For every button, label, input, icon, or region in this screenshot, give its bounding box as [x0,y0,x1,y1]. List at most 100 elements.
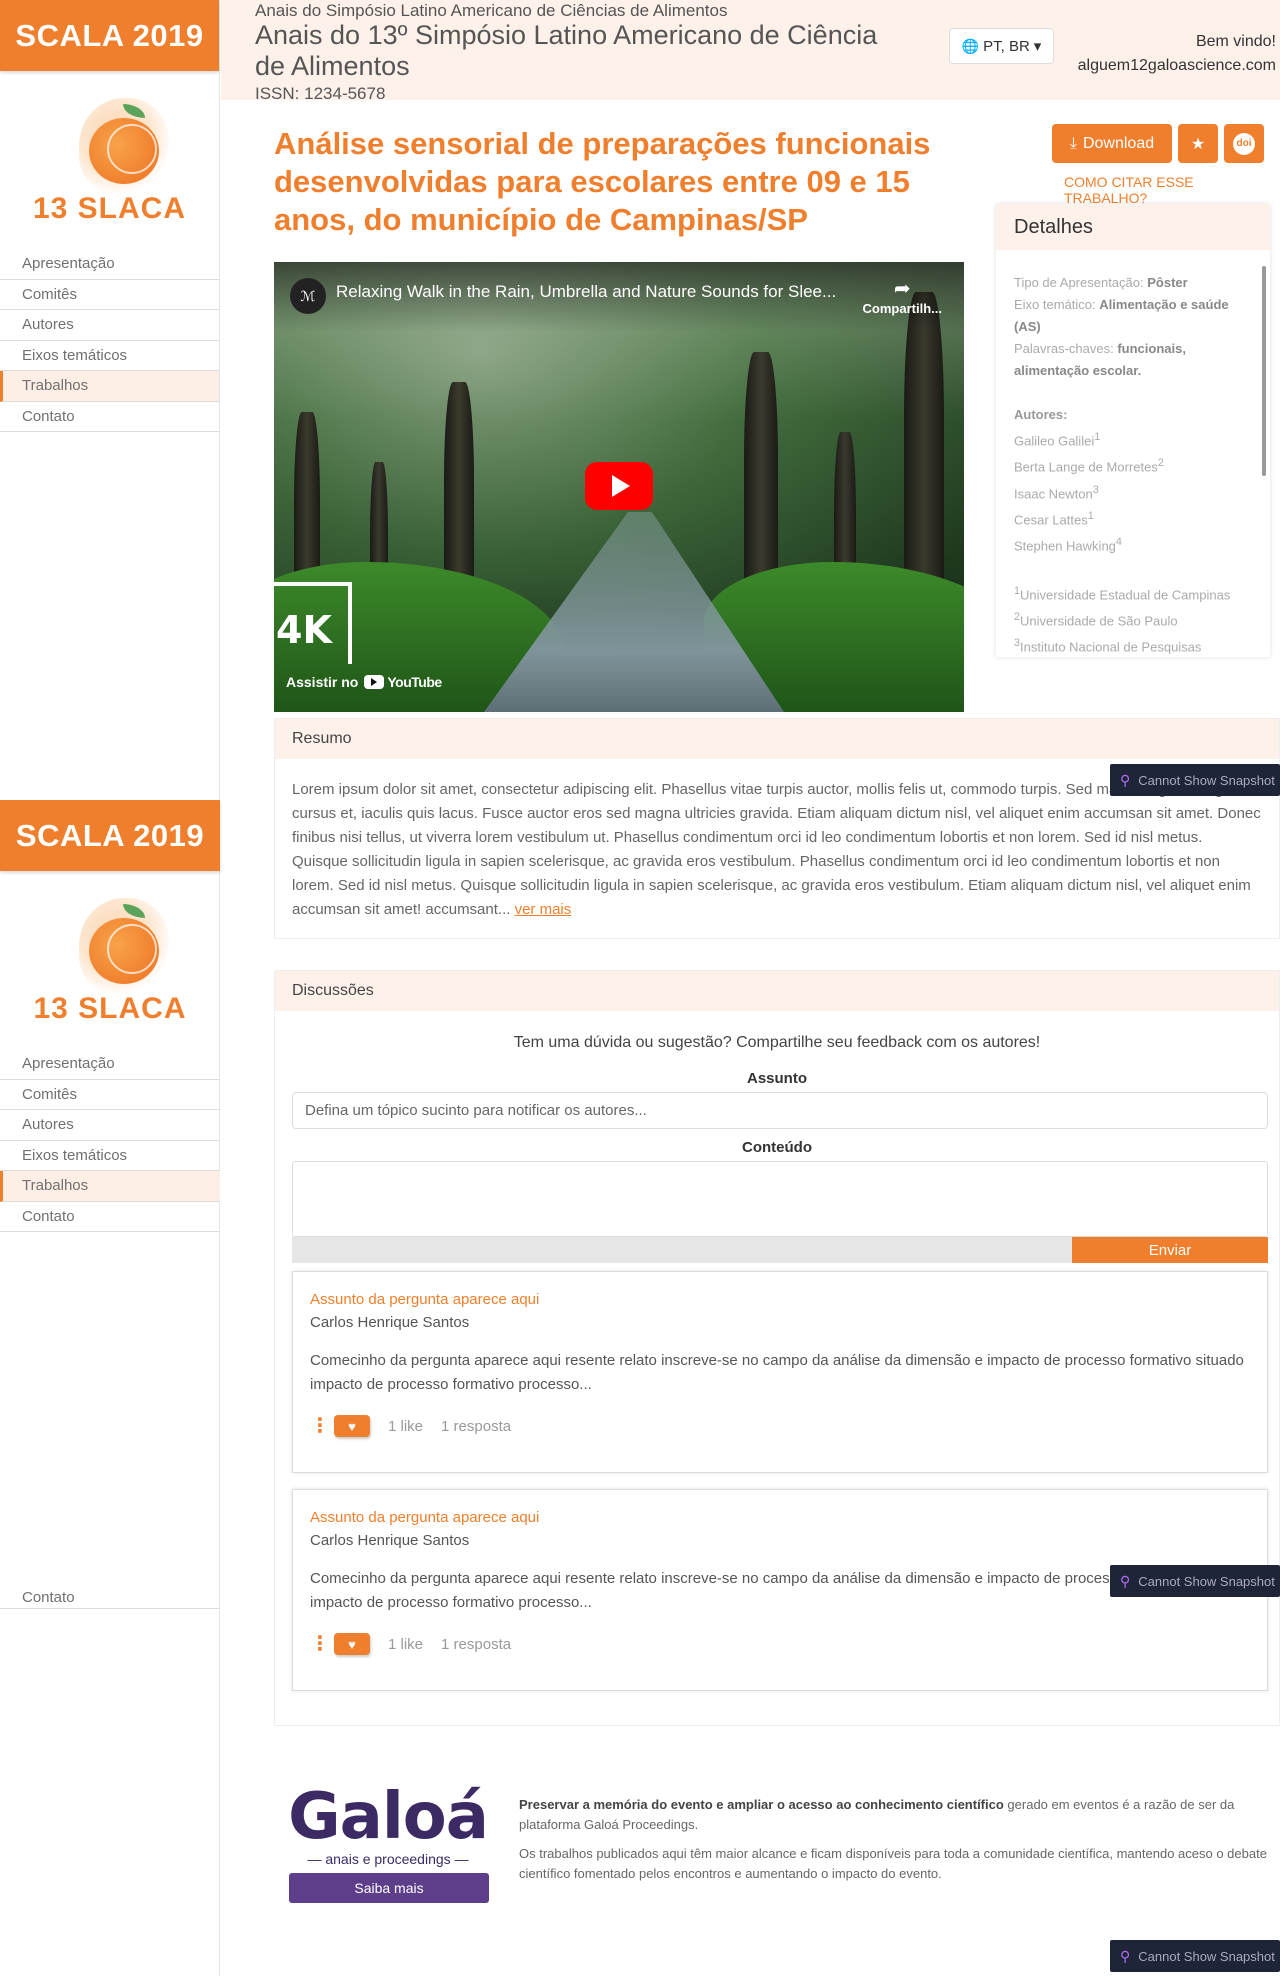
share-label: Compartilh... [862,301,942,316]
caret-down-icon: ▾ [1033,38,1042,55]
watch-on-youtube[interactable]: Assistir no YouTube [286,674,442,690]
brand-title[interactable]: SCALA 2019 [16,818,204,854]
sidebar-item-trabalhos[interactable]: Trabalhos [0,371,219,402]
proceedings-title[interactable]: Anais do 13º Simpósio Latino Americano d… [255,20,895,82]
star-icon: ★ [1190,135,1206,153]
galoa-logo[interactable]: Galoá — anais e proceedings — [288,1785,489,1867]
event-logo[interactable]: 13 SLACA [0,871,220,1049]
learn-more-button[interactable]: Saiba mais [289,1873,489,1903]
sidebar-item-eixos[interactable]: Eixos temáticos [0,341,219,371]
sidebar-item-label: Comitês [22,285,78,303]
read-more-link[interactable]: ver mais [515,901,572,918]
more-options-icon[interactable]: ⋮ [310,1416,330,1436]
affiliation-item: 1Universidade Estadual de Campinas [1014,584,1231,602]
author-item[interactable]: Isaac Newton3 [1014,479,1252,505]
heart-icon: ♥ [348,1418,356,1434]
sidebar: SCALA 2019 13 SLACA Apresentação Comitês… [0,0,220,1976]
sidebar-item-apresentacao[interactable]: Apresentação [0,249,219,280]
sidebar-item-apresentacao[interactable]: Apresentação [0,1049,220,1080]
author-item[interactable]: Galileo Galilei1 [1014,426,1252,452]
presentation-type: Tipo de Apresentação: Pôster [1014,275,1188,290]
reply-count[interactable]: 1 resposta [441,1418,511,1435]
question-card[interactable]: Assunto da pergunta aparece aqui Carlos … [292,1271,1268,1473]
sidebar-item-comites[interactable]: Comitês [0,280,219,310]
sidebar-item-label: Eixos temáticos [22,1146,128,1164]
keywords: Palavras-chaves: funcionais, alimentação… [1014,341,1186,378]
details-body: Tipo de Apresentação: Pôster Eixo temáti… [996,250,1270,659]
snapshot-overlay[interactable]: ⚲ Cannot Show Snapshot [1110,1940,1280,1972]
sidebar-item-label: Eixos temáticos [22,346,128,364]
youtube-logo-icon: YouTube [364,674,442,690]
details-heading: Detalhes [996,204,1270,250]
favorite-button[interactable]: ★ [1178,124,1218,163]
affiliation-item: 3Instituto Nacional de Pesquisas [1014,637,1202,655]
brand-title[interactable]: SCALA 2019 [15,18,203,54]
video-title[interactable]: Relaxing Walk in the Rain, Umbrella and … [336,282,856,302]
brand-bar[interactable]: SCALA 2019 [0,0,219,71]
like-count: 1 like [388,1635,424,1653]
subject-input[interactable] [292,1092,1268,1129]
author-item[interactable]: Stephen Hawking4 [1014,531,1252,557]
question-text: Comecinho da pergunta aparece aqui resen… [310,1352,1244,1393]
sidebar-item-label: Autores [22,316,74,334]
send-row: Enviar [292,1237,1268,1263]
sidebar-item-contato[interactable]: Contato [0,1202,220,1232]
discussion-heading: Discussões [275,971,1279,1011]
details-scrollbar[interactable] [1262,266,1266,476]
subject-label: Assunto [747,1070,807,1087]
play-icon [612,475,630,497]
map-pin-icon: ⚲ [1120,771,1131,788]
doi-icon: doi [1233,132,1255,155]
sidebar-item-eixos[interactable]: Eixos temáticos [0,1141,220,1171]
sidebar-item-autores[interactable]: Autores [0,310,219,341]
author-item[interactable]: Cesar Lattes1 [1014,505,1252,531]
brand-bar[interactable]: SCALA 2019 [0,800,220,871]
discussion-intro: Tem uma dúvida ou sugestão? Compartilhe … [513,1034,1041,1051]
galoa-tagline: — anais e proceedings — [307,1851,469,1867]
orange-logo-icon [51,894,169,998]
map-pin-icon: ⚲ [1120,1572,1131,1589]
doi-button[interactable]: doi [1224,124,1264,163]
footer: Galoá — anais e proceedings — Saiba mais… [274,1775,1280,1925]
play-button[interactable] [585,462,653,510]
details-panel: Detalhes Tipo de Apresentação: Pôster Ei… [996,204,1270,657]
event-logo[interactable]: 13 SLACA [0,71,219,249]
sidebar-item-autores[interactable]: Autores [0,1110,220,1141]
sidebar-item-label: Autores [22,1116,74,1134]
sidebar-item-label: Comitês [22,1085,78,1103]
language-selector[interactable]: 🌐 PT, BR ▾ [949,28,1054,64]
discussion-section: Discussões Tem uma dúvida ou sugestão? C… [274,970,1280,1726]
channel-avatar[interactable]: ℳ [290,278,326,314]
like-button[interactable]: ♥ [334,1633,370,1655]
question-subject[interactable]: Assunto da pergunta aparece aqui [310,1291,1250,1308]
content-textarea[interactable] [292,1161,1268,1237]
more-options-icon[interactable]: ⋮ [310,1634,330,1654]
snapshot-overlay[interactable]: ⚲ Cannot Show Snapshot [1110,764,1280,796]
snapshot-overlay[interactable]: ⚲ Cannot Show Snapshot [1110,1565,1280,1597]
user-menu[interactable]: Bem vindo! alguem12galoascience.com [1078,30,1276,78]
like-button[interactable]: ♥ [334,1415,370,1437]
download-button[interactable]: ⤓ Download [1052,124,1172,163]
authors-label: Autores: [1014,407,1068,422]
reply-count[interactable]: 1 resposta [441,1636,511,1653]
cite-link[interactable]: COMO CITAR ESSE TRABALHO? [1064,174,1280,206]
sidebar-item-contato[interactable]: Contato [0,402,219,432]
sidebar-item-comites[interactable]: Comitês [0,1080,220,1110]
heart-icon: ♥ [348,1636,356,1652]
question-author: Carlos Henrique Santos [310,1532,470,1549]
paper-title: Análise sensorial de preparações funcion… [274,126,931,237]
map-pin-icon: ⚲ [1120,1947,1131,1964]
share-button[interactable]: ➦ Compartilh... [863,276,942,316]
author-item[interactable]: Berta Lange de Morretes2 [1014,452,1252,478]
video-player[interactable]: ℳ Relaxing Walk in the Rain, Umbrella an… [274,262,964,712]
send-button[interactable]: Enviar [1072,1237,1268,1263]
issn: ISSN: 1234-5678 [255,84,386,103]
download-icon: ⤓ [1069,134,1077,152]
sidebar-item-label: Apresentação [22,255,115,273]
sidebar-duplicate: SCALA 2019 13 SLACA Apresentação Comitês… [0,800,220,1232]
sidebar-item-trabalhos[interactable]: Trabalhos [0,1171,220,1202]
top-header: Anais do Simpósio Latino Americano de Ci… [221,0,1280,103]
question-author: Carlos Henrique Santos [310,1314,470,1331]
watch-on-label: Assistir no [286,674,359,690]
question-subject[interactable]: Assunto da pergunta aparece aqui [310,1509,1250,1526]
